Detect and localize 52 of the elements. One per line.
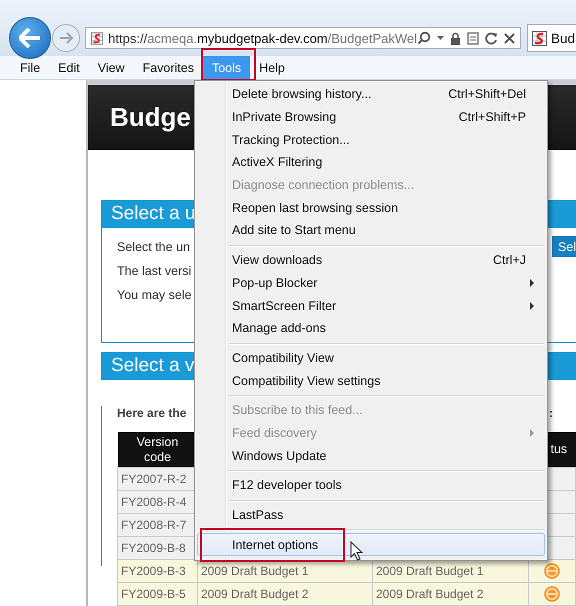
panel-title: Select a u (111, 203, 196, 225)
right-arrow-icon (59, 32, 73, 44)
instruction-text: You may sele (117, 287, 192, 304)
table-cell: FY2009-B-3 (118, 560, 198, 582)
menu-item[interactable]: Tracking Protection... (197, 128, 545, 152)
address-bar[interactable]: https://acmeqa.mybudgetpak-dev.com/BudgetPakWel (85, 27, 521, 49)
menu-item[interactable]: Delete browsing history... Ctrl+Shift+Del (197, 83, 545, 106)
menu-item[interactable]: LastPass (197, 504, 545, 526)
menu-item[interactable]: Add site to Start menu (197, 219, 545, 242)
menu-item[interactable]: Pop-up Blocker (197, 272, 545, 294)
instruction-text: Select the un (117, 239, 190, 256)
menu-item[interactable]: InPrivate Browsing Ctrl+Shift+P (197, 106, 545, 128)
grid-icon (91, 30, 104, 46)
menu-bar-item[interactable]: Favorites (134, 56, 203, 79)
address-url: https://acmeqa.mybudgetpak-dev.com/BudgetPakWel (108, 30, 417, 46)
menu-bar-item[interactable]: File (11, 56, 50, 79)
page-icon[interactable] (467, 32, 479, 44)
instruction-text: The last versi (117, 263, 192, 280)
shortcut-text: Ctrl+Shift+P (458, 110, 526, 124)
select-button[interactable]: Sel (552, 236, 576, 257)
menu-item[interactable]: Reopen last browsing session (197, 196, 545, 220)
menu-item[interactable]: ActiveX Filtering (197, 151, 545, 174)
menu-item[interactable]: SmartScreen Filter (197, 294, 545, 317)
browser-tab[interactable]: Bud (527, 24, 576, 52)
table-cell: 2009 Draft Budget 1 (372, 560, 528, 582)
menu-item[interactable]: View downloads Ctrl+J (197, 248, 545, 272)
mouse-pointer-icon (350, 541, 363, 562)
menu-bar-item[interactable]: Help (250, 56, 294, 79)
grid-icon (532, 30, 547, 46)
lock-icon[interactable] (450, 32, 461, 44)
menu-item[interactable]: Manage add-ons (197, 316, 545, 340)
menu-bar-item[interactable]: Edit (49, 56, 89, 79)
table-cell: 2009 Draft Budget 2 (372, 582, 528, 606)
panel-title: Select a v (111, 355, 194, 377)
menu-bar-item[interactable]: View (88, 56, 134, 79)
close-icon[interactable] (504, 32, 515, 44)
refresh-icon[interactable] (485, 32, 498, 44)
shortcut-text: Ctrl+Shift+Del (448, 87, 526, 102)
site-title: Budge (110, 102, 191, 133)
back-button[interactable] (9, 17, 51, 59)
menu-item[interactable]: Internet options (197, 533, 545, 556)
menu-item[interactable]: Compatibility View (197, 346, 545, 370)
table-cell: 2009 Draft Budget 2 (198, 582, 372, 606)
menu-item[interactable]: F12 developer tools (197, 474, 545, 497)
left-arrow-icon (19, 28, 41, 48)
intro-text: : (549, 406, 553, 420)
caret-icon[interactable] (437, 36, 444, 40)
menu-item[interactable]: Compatibility View settings (197, 369, 545, 392)
shortcut-text: Ctrl+J (493, 253, 526, 268)
search-icon[interactable] (417, 31, 431, 45)
table-cell: FY2009-B-5 (118, 582, 198, 606)
intro-text: Here are the (117, 406, 186, 420)
